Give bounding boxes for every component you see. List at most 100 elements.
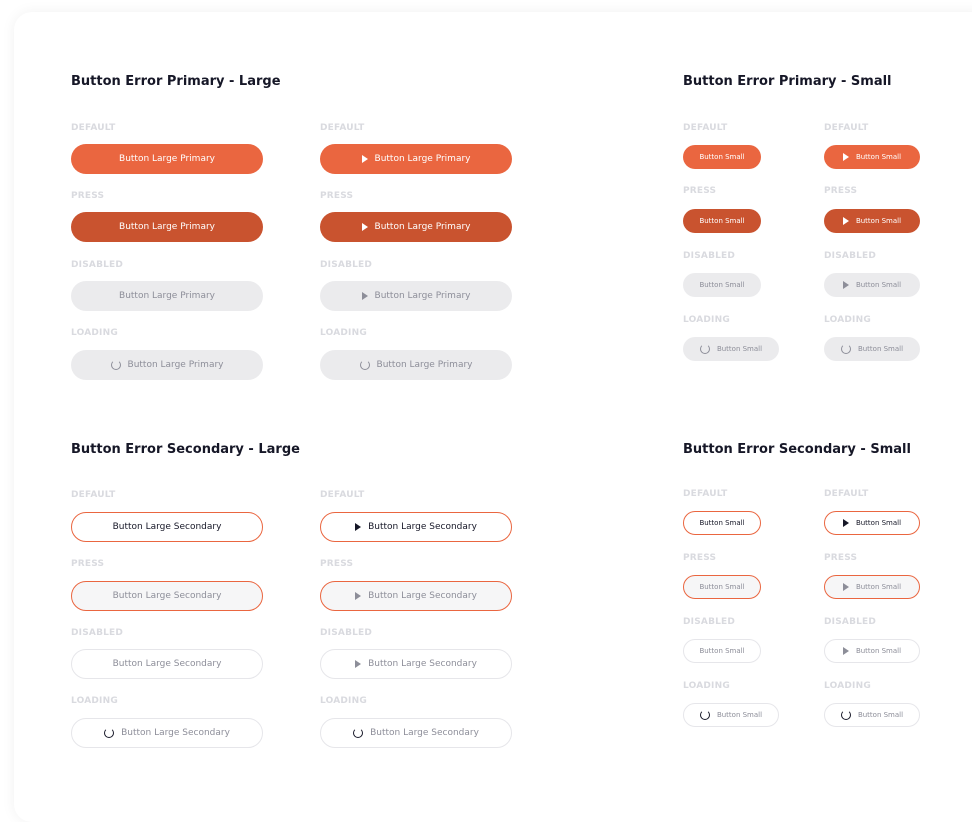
secondary-large-disabled-icon-button[interactable]: Button Large Secondary — [320, 649, 512, 679]
section-title-secondary-small: Button Error Secondary - Small — [683, 442, 911, 457]
primary-small-default-button[interactable]: Button Small — [683, 145, 761, 169]
button-label: Button Large Primary — [376, 360, 473, 370]
primary-large-default-icon-button[interactable]: Button Large Primary — [320, 144, 512, 174]
spinner-icon — [353, 728, 364, 738]
play-icon — [842, 519, 849, 527]
primary-small-press-icon-button[interactable]: Button Small — [824, 209, 920, 233]
state-label-press: PRESS — [71, 191, 105, 201]
spinner-icon — [699, 710, 710, 720]
button-label: Button Large Primary — [374, 154, 471, 164]
primary-large-disabled-icon-button[interactable]: Button Large Primary — [320, 281, 512, 311]
button-label: Button Large Secondary — [121, 728, 230, 738]
button-label: Button Large Primary — [119, 291, 215, 301]
play-icon — [361, 292, 368, 300]
primary-small-default-icon-button[interactable]: Button Small — [824, 145, 920, 169]
state-label-default: DEFAULT — [320, 123, 365, 133]
state-label-press: PRESS — [683, 186, 717, 196]
button-label: Button Large Primary — [119, 222, 215, 232]
state-label-disabled: DISABLED — [71, 628, 124, 638]
primary-small-disabled-icon-button[interactable]: Button Small — [824, 273, 920, 297]
button-label: Button Small — [855, 583, 902, 591]
state-label-disabled: DISABLED — [824, 617, 877, 627]
primary-large-loading-button[interactable]: Button Large Primary — [71, 350, 263, 380]
state-label-loading: LOADING — [71, 696, 118, 706]
secondary-large-default-button[interactable]: Button Large Secondary — [71, 512, 263, 542]
primary-small-loading-button[interactable]: Button Small — [683, 337, 779, 361]
play-icon — [842, 647, 849, 655]
state-label-press: PRESS — [683, 553, 717, 563]
spinner-icon — [359, 360, 370, 370]
state-label-default: DEFAULT — [683, 123, 728, 133]
state-label-loading: LOADING — [320, 696, 367, 706]
spinner-icon — [840, 344, 851, 354]
secondary-small-default-icon-button[interactable]: Button Small — [824, 511, 920, 535]
state-label-loading: LOADING — [824, 315, 871, 325]
secondary-large-default-icon-button[interactable]: Button Large Secondary — [320, 512, 512, 542]
state-label-loading: LOADING — [683, 681, 730, 691]
button-label: Button Large Secondary — [112, 591, 222, 601]
button-label: Button Small — [855, 647, 902, 655]
section-title-primary-small: Button Error Primary - Small — [683, 74, 892, 89]
primary-large-disabled-button[interactable]: Button Large Primary — [71, 281, 263, 311]
state-label-loading: LOADING — [683, 315, 730, 325]
button-label: Button Large Secondary — [368, 591, 477, 601]
button-label: Button Small — [699, 153, 745, 161]
spinner-icon — [840, 710, 851, 720]
state-label-loading: LOADING — [824, 681, 871, 691]
primary-large-press-button[interactable]: Button Large Primary — [71, 212, 263, 242]
spinner-icon — [110, 360, 121, 370]
button-label: Button Large Primary — [374, 222, 471, 232]
button-label: Button Small — [699, 519, 745, 527]
secondary-small-press-button[interactable]: Button Small — [683, 575, 761, 599]
secondary-large-loading-icon-button[interactable]: Button Large Secondary — [320, 718, 512, 748]
state-label-default: DEFAULT — [824, 489, 869, 499]
button-label: Button Small — [855, 281, 902, 289]
state-label-default: DEFAULT — [320, 490, 365, 500]
primary-large-press-icon-button[interactable]: Button Large Primary — [320, 212, 512, 242]
state-label-default: DEFAULT — [683, 489, 728, 499]
state-label-loading: LOADING — [320, 328, 367, 338]
secondary-small-loading-icon-button[interactable]: Button Small — [824, 703, 920, 727]
state-label-press: PRESS — [320, 191, 354, 201]
button-label: Button Large Primary — [127, 360, 224, 370]
secondary-large-disabled-button[interactable]: Button Large Secondary — [71, 649, 263, 679]
secondary-small-press-icon-button[interactable]: Button Small — [824, 575, 920, 599]
button-label: Button Small — [857, 711, 904, 719]
state-label-default: DEFAULT — [71, 490, 116, 500]
play-icon — [355, 592, 362, 600]
play-icon — [842, 583, 849, 591]
secondary-small-default-button[interactable]: Button Small — [683, 511, 761, 535]
play-icon — [361, 223, 368, 231]
card-container — [14, 12, 972, 822]
play-icon — [842, 153, 849, 161]
secondary-large-press-button[interactable]: Button Large Secondary — [71, 581, 263, 611]
button-label: Button Small — [857, 345, 904, 353]
state-label-press: PRESS — [824, 186, 858, 196]
play-icon — [355, 660, 362, 668]
state-label-default: DEFAULT — [824, 123, 869, 133]
button-label: Button Large Secondary — [368, 659, 477, 669]
secondary-small-loading-button[interactable]: Button Small — [683, 703, 779, 727]
button-label: Button Small — [699, 647, 745, 655]
primary-small-loading-icon-button[interactable]: Button Small — [824, 337, 920, 361]
state-label-press: PRESS — [71, 559, 105, 569]
play-icon — [355, 523, 362, 531]
state-label-disabled: DISABLED — [71, 260, 124, 270]
button-label: Button Small — [699, 583, 745, 591]
state-label-disabled: DISABLED — [683, 617, 736, 627]
secondary-small-disabled-icon-button[interactable]: Button Small — [824, 639, 920, 663]
button-label: Button Large Secondary — [112, 522, 222, 532]
primary-small-disabled-button[interactable]: Button Small — [683, 273, 761, 297]
secondary-large-press-icon-button[interactable]: Button Large Secondary — [320, 581, 512, 611]
secondary-small-disabled-button[interactable]: Button Small — [683, 639, 761, 663]
primary-large-default-button[interactable]: Button Large Primary — [71, 144, 263, 174]
state-label-disabled: DISABLED — [683, 251, 736, 261]
button-label: Button Small — [699, 281, 745, 289]
primary-large-loading-icon-button[interactable]: Button Large Primary — [320, 350, 512, 380]
play-icon — [361, 155, 368, 163]
button-label: Button Small — [716, 345, 763, 353]
state-label-disabled: DISABLED — [320, 628, 373, 638]
state-label-disabled: DISABLED — [824, 251, 877, 261]
primary-small-press-button[interactable]: Button Small — [683, 209, 761, 233]
secondary-large-loading-button[interactable]: Button Large Secondary — [71, 718, 263, 748]
